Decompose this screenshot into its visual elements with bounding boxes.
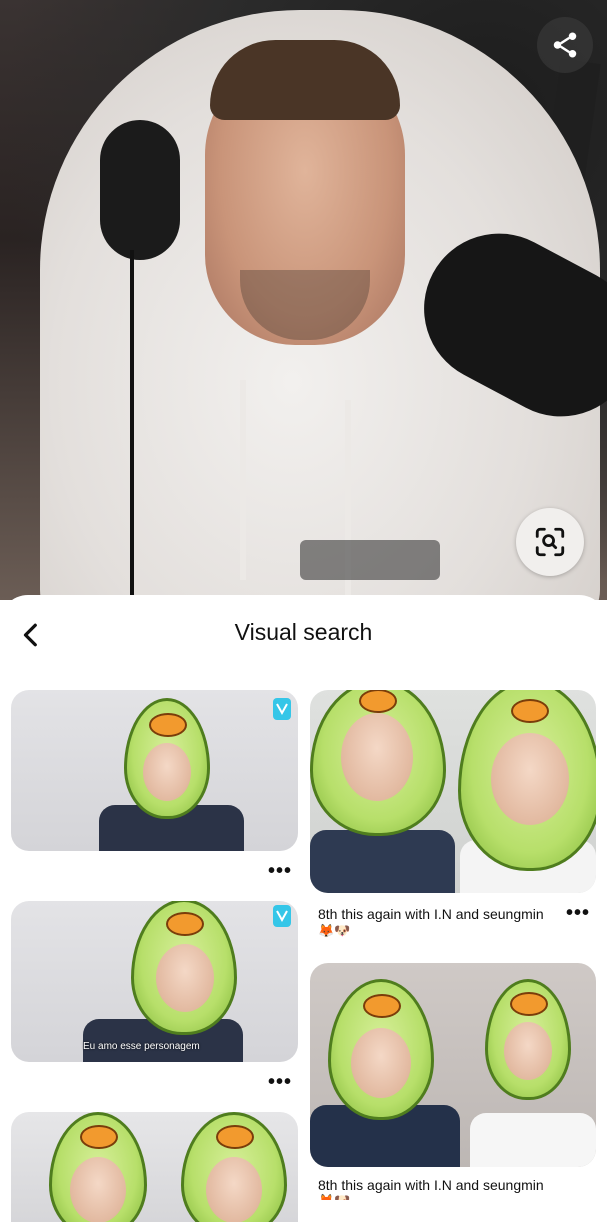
visual-search-button[interactable] [516, 508, 584, 576]
pin-image[interactable]: Eu amo esse personagem [11, 901, 298, 1062]
hair [210, 40, 400, 120]
shirt [470, 1113, 596, 1167]
share-button[interactable] [537, 17, 593, 73]
more-options-icon[interactable]: ••• [268, 1071, 292, 1094]
sheet-header: Visual search [0, 595, 607, 675]
duck-beak [363, 994, 401, 1018]
pin-image[interactable] [310, 963, 596, 1167]
duck-beak [166, 912, 204, 936]
duck-beak [510, 992, 548, 1016]
visual-search-lens-icon [535, 527, 565, 557]
more-options-icon[interactable]: ••• [566, 902, 590, 925]
vlive-logo-icon [273, 698, 291, 720]
face-opening [491, 733, 569, 825]
avocado-costume [131, 901, 237, 1035]
duck-beak [216, 1125, 254, 1149]
face-opening [143, 743, 191, 801]
face-opening [351, 1028, 411, 1098]
subtitle-overlay: Eu amo esse personagem [83, 1041, 200, 1052]
avocado-costume [458, 690, 596, 871]
pin-caption[interactable]: 8th this again with I.N and seungmin [318, 1177, 544, 1193]
face-opening [504, 1022, 552, 1080]
pin-caption[interactable]: 8th this again with I.N and seungmin [318, 906, 544, 922]
vlive-logo-icon [273, 905, 291, 927]
visual-search-sheet: Visual search ••• 8th this again with I.… [0, 595, 607, 1222]
duck-beak [511, 699, 549, 723]
face-opening [206, 1157, 262, 1222]
pin-image[interactable] [310, 690, 596, 893]
face-opening [70, 1157, 126, 1222]
hero-image [0, 0, 607, 600]
caption-emoji: 🦊🐶 [318, 923, 351, 938]
pin-image[interactable] [11, 690, 298, 851]
duck-beak [149, 713, 187, 737]
duck-beak [80, 1125, 118, 1149]
page-title: Visual search [234, 619, 373, 645]
headphones [100, 120, 180, 260]
pin-image[interactable] [11, 1112, 298, 1222]
hoodie-print [300, 540, 440, 580]
headphone-cord [130, 250, 134, 600]
share-icon [553, 32, 577, 58]
duck-beak [359, 690, 397, 713]
face-opening [156, 944, 214, 1012]
face-opening [341, 713, 413, 801]
more-options-icon[interactable]: ••• [268, 860, 292, 883]
caption-emoji: 🦊🐶 [318, 1193, 350, 1200]
hoodie-string [240, 380, 246, 580]
avocado-costume [310, 690, 446, 836]
jacket [310, 830, 455, 893]
